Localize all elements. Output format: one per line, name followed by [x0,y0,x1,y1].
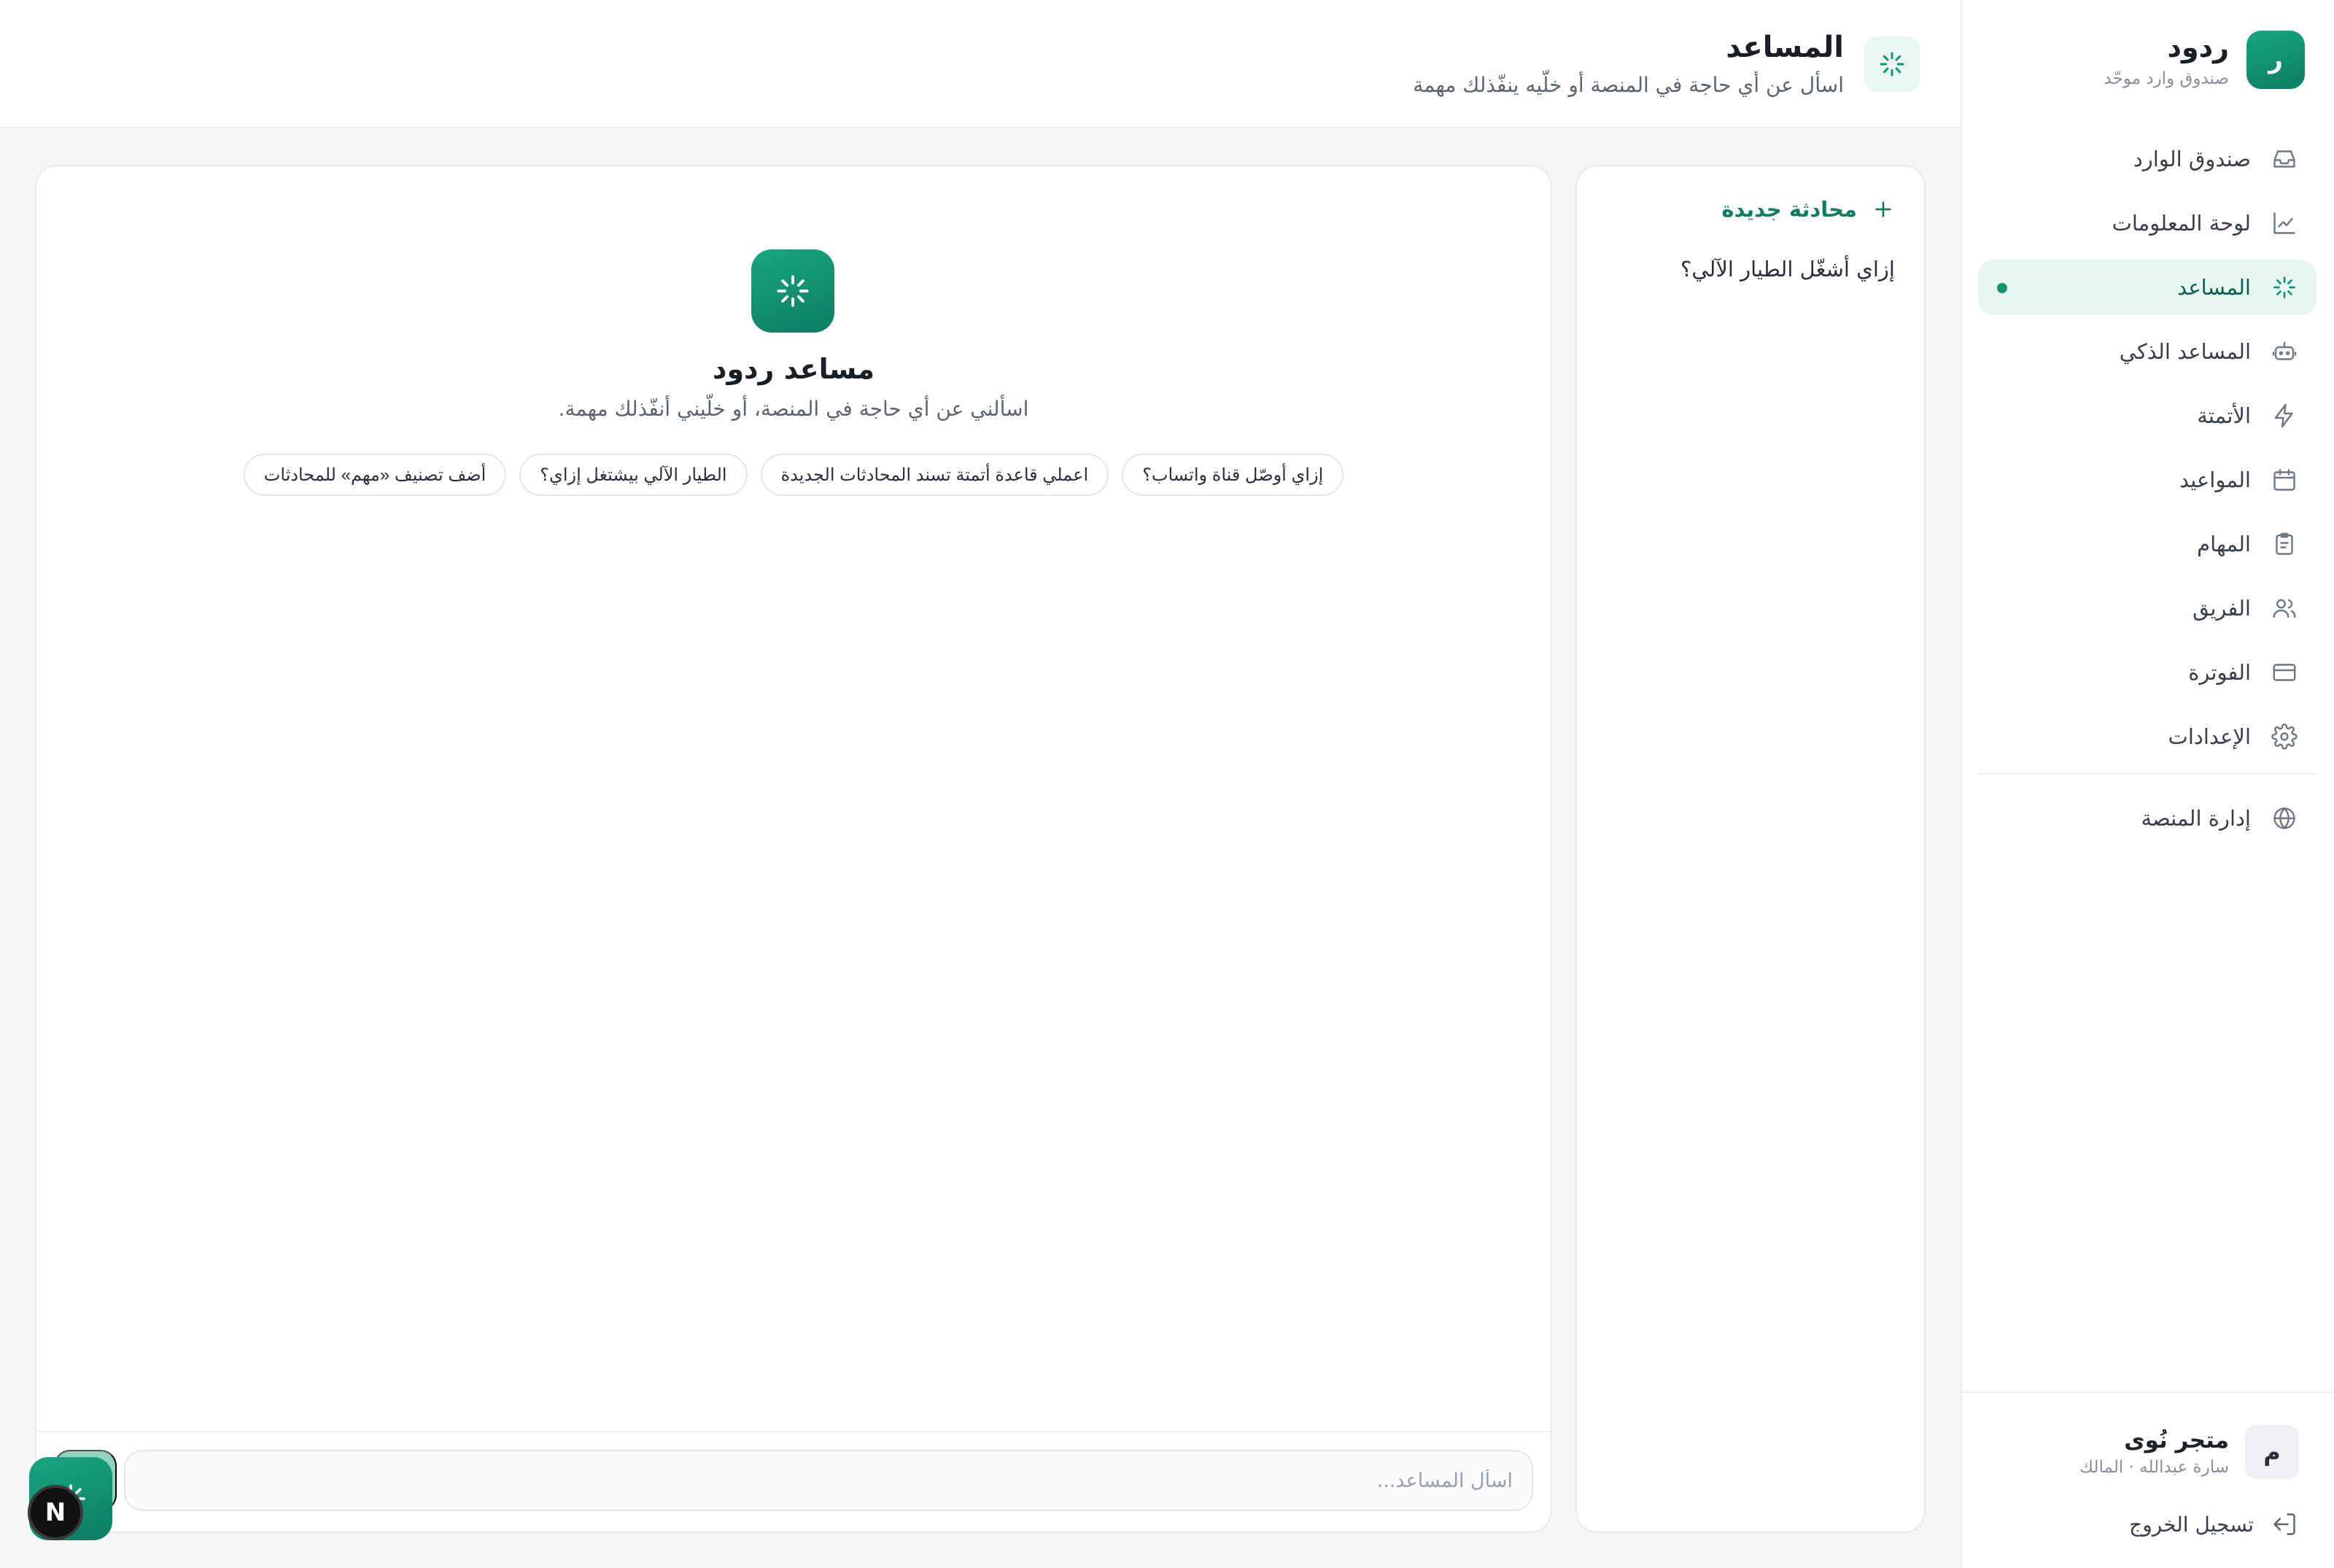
logout-button[interactable]: تسجيل الخروج [2129,1510,2299,1539]
inbox-icon [2270,144,2299,174]
sidebar-item-label: لوحة المعلومات [2112,211,2251,236]
page-header: المساعد اسأل عن أي حاجة في المنصة أو خلّ… [0,0,1961,128]
sidebar-item-ai-assistant[interactable]: المساعد الذكي [1978,324,2316,379]
brand[interactable]: ر ردود صندوق وارد موحّد [2104,31,2305,89]
brand-subtitle: صندوق وارد موحّد [2104,69,2229,88]
composer [36,1431,1551,1532]
chat-input[interactable] [124,1450,1533,1511]
account-card[interactable]: م متجر نُوى سارة عبدالله · المالك [2079,1425,2299,1479]
credit-card-icon [2270,658,2299,687]
sidebar-item-label: المواعيد [2179,467,2251,492]
sidebar-item-label: الإعدادات [2168,724,2251,749]
sidebar-item-inbox[interactable]: صندوق الوارد [1978,131,2316,187]
sidebar-item-label: الفريق [2193,596,2251,621]
sidebar-item-dashboard[interactable]: لوحة المعلومات [1978,195,2316,251]
logout-label: تسجيل الخروج [2129,1512,2254,1537]
chat-panel: مساعد ردود اسألني عن أي حاجة في المنصة، … [35,165,1552,1533]
sparkle-icon [1864,36,1920,92]
assistant-subtitle: اسألني عن أي حاجة في المنصة، أو خلّيني أ… [558,397,1029,421]
sidebar-item-label: صندوق الوارد [2133,147,2251,171]
sidebar-item-label: المساعد [2177,275,2251,300]
sidebar-item-team[interactable]: الفريق [1978,581,2316,636]
new-conversation-label: محادثة جديدة [1721,197,1857,222]
page-title: المساعد [1726,31,1844,64]
account-role: سارة عبدالله · المالك [2079,1458,2229,1477]
sidebar-item-settings[interactable]: الإعدادات [1978,709,2316,764]
brand-logo: ر [2246,31,2305,89]
logout-icon [2270,1510,2299,1539]
nav-divider [1978,773,2316,775]
sidebar-item-label: إدارة المنصة [2141,806,2251,831]
users-icon [2270,594,2299,623]
account-section: م متجر نُوى سارة عبدالله · المالك تسجيل … [1962,1392,2334,1568]
sidebar-item-billing[interactable]: الفوترة [1978,645,2316,700]
suggestion-chip-autopilot[interactable]: الطيار الآلي بيشتغل إزاي؟ [519,454,748,496]
sparkle-icon [777,275,809,307]
active-indicator-dot [1997,283,2007,293]
plus-icon [1872,198,1895,221]
lightning-icon [2270,401,2299,430]
suggestion-chips: إزاي أوصّل قناة واتساب؟ اعملي قاعدة أتمت… [36,454,1551,496]
conversation-item[interactable]: إزاي أشغّل الطيار الآلي؟ [1680,257,1895,282]
sidebar-item-tasks[interactable]: المهام [1978,516,2316,572]
assistant-name: مساعد ردود [712,353,875,385]
suggestion-chip-add-tag[interactable]: أضف تصنيف «مهم» للمحادثات [243,454,507,496]
bot-icon [2270,337,2299,366]
avatar: م [2245,1425,2299,1479]
sidebar-nav: صندوق الوارد لوحة المعلومات المساعد المس… [1978,131,2316,855]
sidebar-item-label: المساعد الذكي [2119,339,2251,364]
conversations-panel: محادثة جديدة إزاي أشغّل الطيار الآلي؟ [1575,165,1926,1533]
sidebar-item-label: الفوترة [2188,660,2251,685]
globe-icon [2270,804,2299,833]
clipboard-icon [2270,529,2299,559]
calendar-icon [2270,465,2299,494]
sidebar-item-label: المهام [2197,532,2251,556]
sidebar-item-platform-admin[interactable]: إدارة المنصة [1978,791,2316,846]
suggestion-chip-automation-rule[interactable]: اعملي قاعدة أتمتة تسند المحادثات الجديدة [760,454,1109,496]
sidebar-item-appointments[interactable]: المواعيد [1978,452,2316,508]
assistant-avatar [751,249,834,333]
sparkle-icon [2270,273,2299,302]
brand-name: ردود [2167,31,2230,63]
sidebar-item-assistant[interactable]: المساعد [1978,260,2316,315]
gear-icon [2270,722,2299,751]
sidebar-item-automation[interactable]: الأتمتة [1978,388,2316,443]
chart-line-icon [2270,209,2299,238]
account-name: متجر نُوى [2124,1427,2229,1453]
suggestion-chip-whatsapp[interactable]: إزاي أوصّل قناة واتساب؟ [1122,454,1344,496]
page-subtitle: اسأل عن أي حاجة في المنصة أو خلّيه ينفّذ… [1413,73,1844,97]
new-conversation-button[interactable]: محادثة جديدة [1721,197,1895,222]
sidebar: ر ردود صندوق وارد موحّد صندوق الوارد لوح… [1961,0,2334,1568]
sidebar-item-label: الأتمتة [2197,403,2251,428]
dev-tools-badge[interactable]: N [28,1485,83,1540]
